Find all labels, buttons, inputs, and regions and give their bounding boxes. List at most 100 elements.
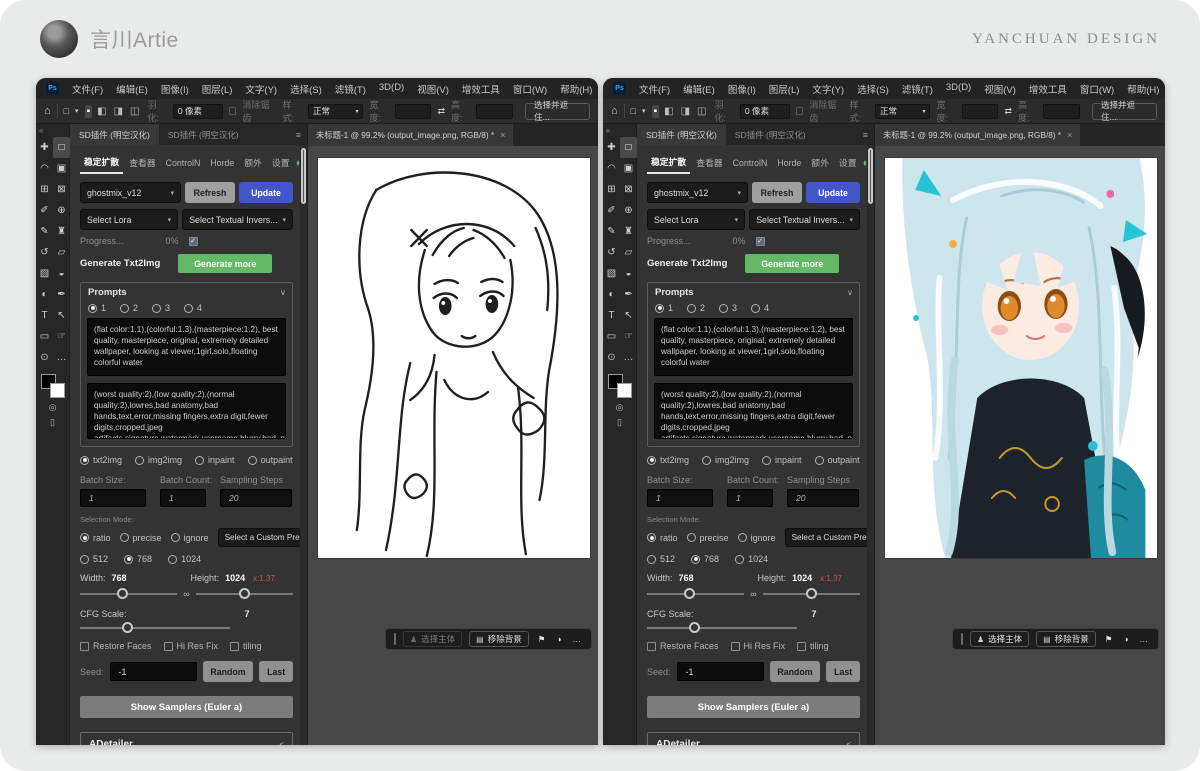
- cfg-slider-thumb[interactable]: [122, 622, 133, 633]
- height-input[interactable]: [1043, 104, 1080, 119]
- zoom-tool-icon[interactable]: ⊙: [603, 347, 620, 368]
- panel-tab[interactable]: SD插件 (明空汉化): [70, 124, 159, 145]
- blur-tool-icon[interactable]: ◒: [620, 263, 637, 284]
- chevron-down-icon[interactable]: ▾: [75, 108, 79, 115]
- sampling-steps-input[interactable]: 20: [787, 489, 859, 507]
- crop-tool-icon[interactable]: ⊞: [603, 179, 620, 200]
- menu-item[interactable]: 图像(I): [728, 82, 756, 96]
- selection-mode-radio[interactable]: precise: [687, 533, 729, 543]
- menu-item[interactable]: 帮助(H): [560, 82, 592, 96]
- sampling-steps-input[interactable]: 20: [220, 489, 292, 507]
- batch-count-input[interactable]: 1: [727, 489, 773, 507]
- panel-menu-icon[interactable]: ≡: [857, 124, 874, 145]
- pen-tool-icon[interactable]: ✒: [620, 284, 637, 305]
- lora-select[interactable]: Select Lora▾: [80, 209, 178, 230]
- home-icon[interactable]: ⌂: [611, 106, 618, 117]
- menu-item[interactable]: 滤镜(T): [335, 82, 366, 96]
- screen-mode-icon[interactable]: ▯: [617, 417, 622, 428]
- model-select[interactable]: ghostmix_v12▾: [80, 182, 181, 203]
- canvas[interactable]: ♟ 选择主体 ▤ 移除背景 ⚑ ◑ …: [308, 146, 598, 745]
- plugin-tab[interactable]: 查看器: [125, 154, 159, 173]
- menu-item[interactable]: 视图(V): [417, 82, 449, 96]
- collapse-caret-icon[interactable]: v: [281, 288, 285, 297]
- refresh-button[interactable]: Refresh: [752, 182, 802, 203]
- subtract-selection-icon[interactable]: ◨: [112, 105, 125, 118]
- screen-mode-icon[interactable]: ▯: [50, 417, 55, 428]
- home-icon[interactable]: ⌂: [44, 106, 51, 117]
- menu-item[interactable]: 文字(Y): [812, 82, 844, 96]
- cfg-slider-thumb[interactable]: [689, 622, 700, 633]
- mode-radio[interactable]: outpaint: [815, 455, 860, 465]
- type-tool-icon[interactable]: T: [36, 305, 53, 326]
- menu-item[interactable]: 窗口(W): [513, 82, 547, 96]
- object-selection-tool-icon[interactable]: ▣: [620, 158, 637, 179]
- width-slider[interactable]: [80, 593, 177, 595]
- menu-item[interactable]: 文件(F): [639, 82, 670, 96]
- batch-count-input[interactable]: 1: [160, 489, 206, 507]
- new-selection-icon[interactable]: ▪: [652, 105, 660, 118]
- prompt-slot-radio[interactable]: 1: [655, 303, 673, 313]
- clone-stamp-tool-icon[interactable]: ♜: [620, 221, 637, 242]
- crop-tool-icon[interactable]: ⊞: [36, 179, 53, 200]
- marquee-tool-icon[interactable]: □: [620, 137, 637, 158]
- plugin-tab[interactable]: ControlN: [162, 156, 205, 172]
- swap-dimensions-icon[interactable]: ⇄: [1004, 107, 1012, 116]
- move-tool-icon[interactable]: ✚: [603, 137, 620, 158]
- marquee-tool-icon[interactable]: □: [53, 137, 70, 158]
- batch-size-input[interactable]: 1: [647, 489, 713, 507]
- progress-checkbox[interactable]: ✓: [756, 237, 765, 246]
- select-subject-button[interactable]: ♟ 选择主体: [403, 631, 462, 647]
- collapse-toolbar-icon[interactable]: «: [603, 126, 636, 137]
- eyedropper-tool-icon[interactable]: ✐: [36, 200, 53, 221]
- plugin-tab[interactable]: ControlN: [729, 156, 772, 172]
- move-tool-icon[interactable]: ✚: [36, 137, 53, 158]
- zoom-tool-icon[interactable]: ⊙: [36, 347, 53, 368]
- selection-mode-radio[interactable]: ratio: [80, 533, 111, 543]
- height-slider-thumb[interactable]: [806, 588, 817, 599]
- panel-scrollbar[interactable]: [300, 145, 307, 745]
- feather-input[interactable]: 0 像素: [173, 104, 223, 119]
- feather-input[interactable]: 0 像素: [740, 104, 790, 119]
- width-slider-thumb[interactable]: [684, 588, 695, 599]
- dodge-tool-icon[interactable]: ◐: [603, 284, 620, 305]
- menu-item[interactable]: 文字(Y): [245, 82, 277, 96]
- select-and-mask-button[interactable]: 选择并遮住...: [1092, 103, 1157, 120]
- style-select[interactable]: 正常▾: [308, 104, 364, 119]
- panel-tab[interactable]: SD插件 (明空汉化): [637, 124, 726, 145]
- menu-item[interactable]: 图层(L): [769, 82, 800, 96]
- marquee-option-icon[interactable]: □: [64, 107, 69, 116]
- gradient-tool-icon[interactable]: ▧: [36, 263, 53, 284]
- prompt-slot-radio[interactable]: 3: [152, 303, 170, 313]
- add-selection-icon[interactable]: ◧: [95, 105, 108, 118]
- link-dimensions-icon[interactable]: ∞: [183, 589, 189, 599]
- height-slider[interactable]: [196, 593, 293, 595]
- menu-item[interactable]: 视图(V): [984, 82, 1016, 96]
- contrast-icon[interactable]: ◑: [1121, 631, 1130, 647]
- menu-item[interactable]: 3D(D): [946, 82, 971, 96]
- plugin-tab[interactable]: 额外: [240, 154, 266, 173]
- swap-dimensions-icon[interactable]: ⇄: [437, 107, 445, 116]
- positive-prompt-textarea[interactable]: (flat color:1.1),(colorful:1.3),(masterp…: [654, 318, 853, 376]
- remove-background-button[interactable]: ▤ 移除背景: [469, 631, 529, 647]
- prompt-slot-radio[interactable]: 3: [719, 303, 737, 313]
- positive-prompt-textarea[interactable]: (flat color:1.1),(colorful:1.3),(masterp…: [87, 318, 286, 376]
- menu-item[interactable]: 图层(L): [202, 82, 233, 96]
- flag-icon[interactable]: ⚑: [1103, 631, 1115, 647]
- width-input[interactable]: [395, 104, 432, 119]
- mode-radio[interactable]: inpaint: [195, 455, 235, 465]
- object-selection-tool-icon[interactable]: ▣: [53, 158, 70, 179]
- random-seed-button[interactable]: Random: [770, 661, 821, 682]
- generate-txt2img-label[interactable]: Generate Txt2Img: [80, 258, 160, 269]
- negative-prompt-textarea[interactable]: (worst quality:2),(low quality:2),(norma…: [87, 383, 286, 439]
- frame-tool-icon[interactable]: ⊠: [620, 179, 637, 200]
- blur-tool-icon[interactable]: ◒: [53, 263, 70, 284]
- refresh-button[interactable]: Refresh: [185, 182, 235, 203]
- subtract-selection-icon[interactable]: ◨: [679, 105, 692, 118]
- document-tab[interactable]: 未标题-1 @ 99.2% (output_image.png, RGB/8) …: [875, 124, 1080, 146]
- background-color-swatch[interactable]: [50, 383, 65, 398]
- mode-radio[interactable]: txt2img: [80, 455, 122, 465]
- intersect-selection-icon[interactable]: ◫: [128, 105, 141, 118]
- color-swatches[interactable]: [41, 374, 65, 398]
- lasso-tool-icon[interactable]: ◠: [603, 158, 620, 179]
- mode-radio[interactable]: img2img: [135, 455, 182, 465]
